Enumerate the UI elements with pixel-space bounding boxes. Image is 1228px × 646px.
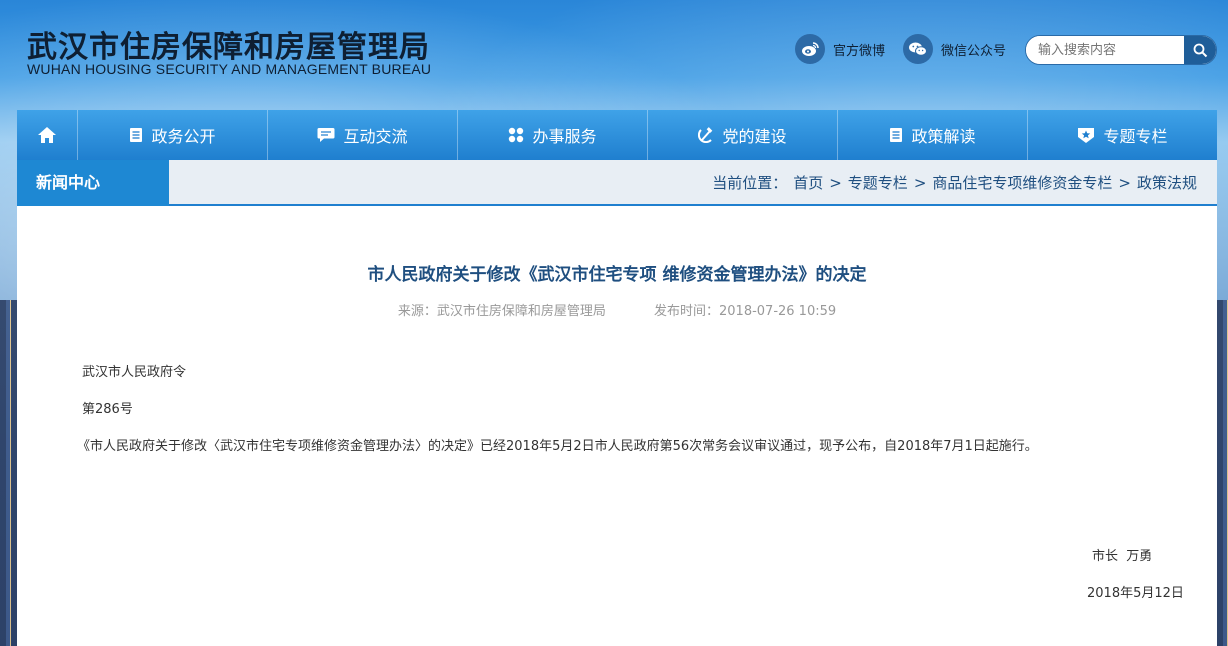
nav-item-label: 互动交流 bbox=[343, 127, 408, 146]
grid-icon bbox=[509, 127, 524, 143]
document-icon bbox=[130, 128, 143, 142]
document-icon bbox=[890, 128, 903, 142]
breadcrumb-item-home[interactable]: 首页 bbox=[793, 160, 823, 206]
weibo-label: 官方微博 bbox=[833, 43, 886, 59]
article-paragraph: 武汉市人民政府令 bbox=[82, 365, 187, 380]
nav-item-party-building[interactable]: 党的建设 bbox=[648, 110, 838, 160]
nav-item-interaction[interactable]: 互动交流 bbox=[268, 110, 458, 160]
breadcrumb-separator: > bbox=[913, 174, 927, 192]
site-subtitle: WUHAN HOUSING SECURITY AND MANAGEMENT BU… bbox=[27, 61, 432, 77]
article-paragraph: 《市人民政府关于修改〈武汉市住宅专项维修资金管理办法〉的决定》已经2018年5月… bbox=[77, 439, 1038, 454]
breadcrumb-prefix: 当前位置： bbox=[712, 174, 788, 192]
party-emblem-icon bbox=[698, 127, 713, 143]
site-header: 武汉市住房保障和房屋管理局 WUHAN HOUSING SECURITY AND… bbox=[0, 0, 1228, 110]
nav-item-policy-interpretation[interactable]: 政策解读 bbox=[838, 110, 1028, 160]
breadcrumb-item-policies[interactable]: 政策法规 bbox=[1137, 160, 1197, 206]
wechat-label: 微信公众号 bbox=[941, 43, 1007, 59]
nav-item-government-affairs[interactable]: 政务公开 bbox=[78, 110, 268, 160]
breadcrumb-separator: > bbox=[1118, 174, 1131, 192]
main-nav: 政务公开 互动交流 办事服务 党的建设 政策解读 专题专栏 bbox=[17, 110, 1217, 160]
breadcrumb-bar: 新闻中心 当前位置： 首页 > 专题专栏 > 商品住宅专项维修资金专栏 > 政策… bbox=[17, 160, 1217, 206]
home-icon bbox=[38, 127, 56, 143]
weibo-link[interactable]: 官方微博 bbox=[795, 34, 885, 64]
nav-item-label: 党的建设 bbox=[722, 127, 787, 146]
nav-item-label: 政策解读 bbox=[911, 127, 976, 146]
search-button[interactable] bbox=[1184, 36, 1216, 64]
content-panel: 新闻中心 当前位置： 首页 > 专题专栏 > 商品住宅专项维修资金专栏 > 政策… bbox=[17, 160, 1217, 646]
article-publish-time: 发布时间：2018-07-26 10:59 bbox=[654, 304, 837, 319]
star-badge-icon bbox=[1078, 127, 1095, 143]
article-paragraph: 第286号 bbox=[82, 402, 133, 417]
breadcrumb: 当前位置： 首页 > 专题专栏 > 商品住宅专项维修资金专栏 > 政策法规 bbox=[712, 160, 1197, 206]
article-source: 来源：武汉市住房保障和房屋管理局 bbox=[397, 304, 606, 319]
nav-item-services[interactable]: 办事服务 bbox=[458, 110, 648, 160]
search-input[interactable] bbox=[1026, 36, 1184, 64]
search-box bbox=[1025, 35, 1217, 65]
breadcrumb-separator: > bbox=[829, 174, 842, 192]
breadcrumb-item-special-topics[interactable]: 专题专栏 bbox=[848, 160, 908, 206]
search-icon bbox=[1193, 43, 1207, 57]
nav-item-label: 专题专栏 bbox=[1103, 127, 1168, 146]
site-title[interactable]: 武汉市住房保障和房屋管理局 bbox=[27, 22, 430, 66]
weibo-icon bbox=[795, 34, 825, 64]
wechat-link[interactable]: 微信公众号 bbox=[903, 34, 1006, 64]
article-date: 2018年5月12日 bbox=[1087, 586, 1184, 601]
nav-home-button[interactable] bbox=[17, 110, 78, 160]
article-title: 市人民政府关于修改《武汉市住宅专项 维修资金管理办法》的决定 bbox=[367, 265, 867, 285]
background-city-left bbox=[0, 300, 17, 646]
background-city-right bbox=[1217, 300, 1228, 646]
section-tab-news-center[interactable]: 新闻中心 bbox=[17, 160, 169, 206]
chat-bubble-icon bbox=[317, 128, 335, 142]
nav-item-label: 政务公开 bbox=[151, 127, 216, 146]
article-signature: 市长 万勇 bbox=[1092, 549, 1153, 564]
breadcrumb-item-maintenance-fund[interactable]: 商品住宅专项维修资金专栏 bbox=[932, 160, 1112, 206]
wechat-icon bbox=[903, 34, 933, 64]
nav-item-label: 办事服务 bbox=[532, 127, 597, 146]
article-meta: 来源：武汉市住房保障和房屋管理局 发布时间：2018-07-26 10:59 bbox=[17, 300, 1217, 319]
nav-item-special-topics[interactable]: 专题专栏 bbox=[1028, 110, 1217, 160]
